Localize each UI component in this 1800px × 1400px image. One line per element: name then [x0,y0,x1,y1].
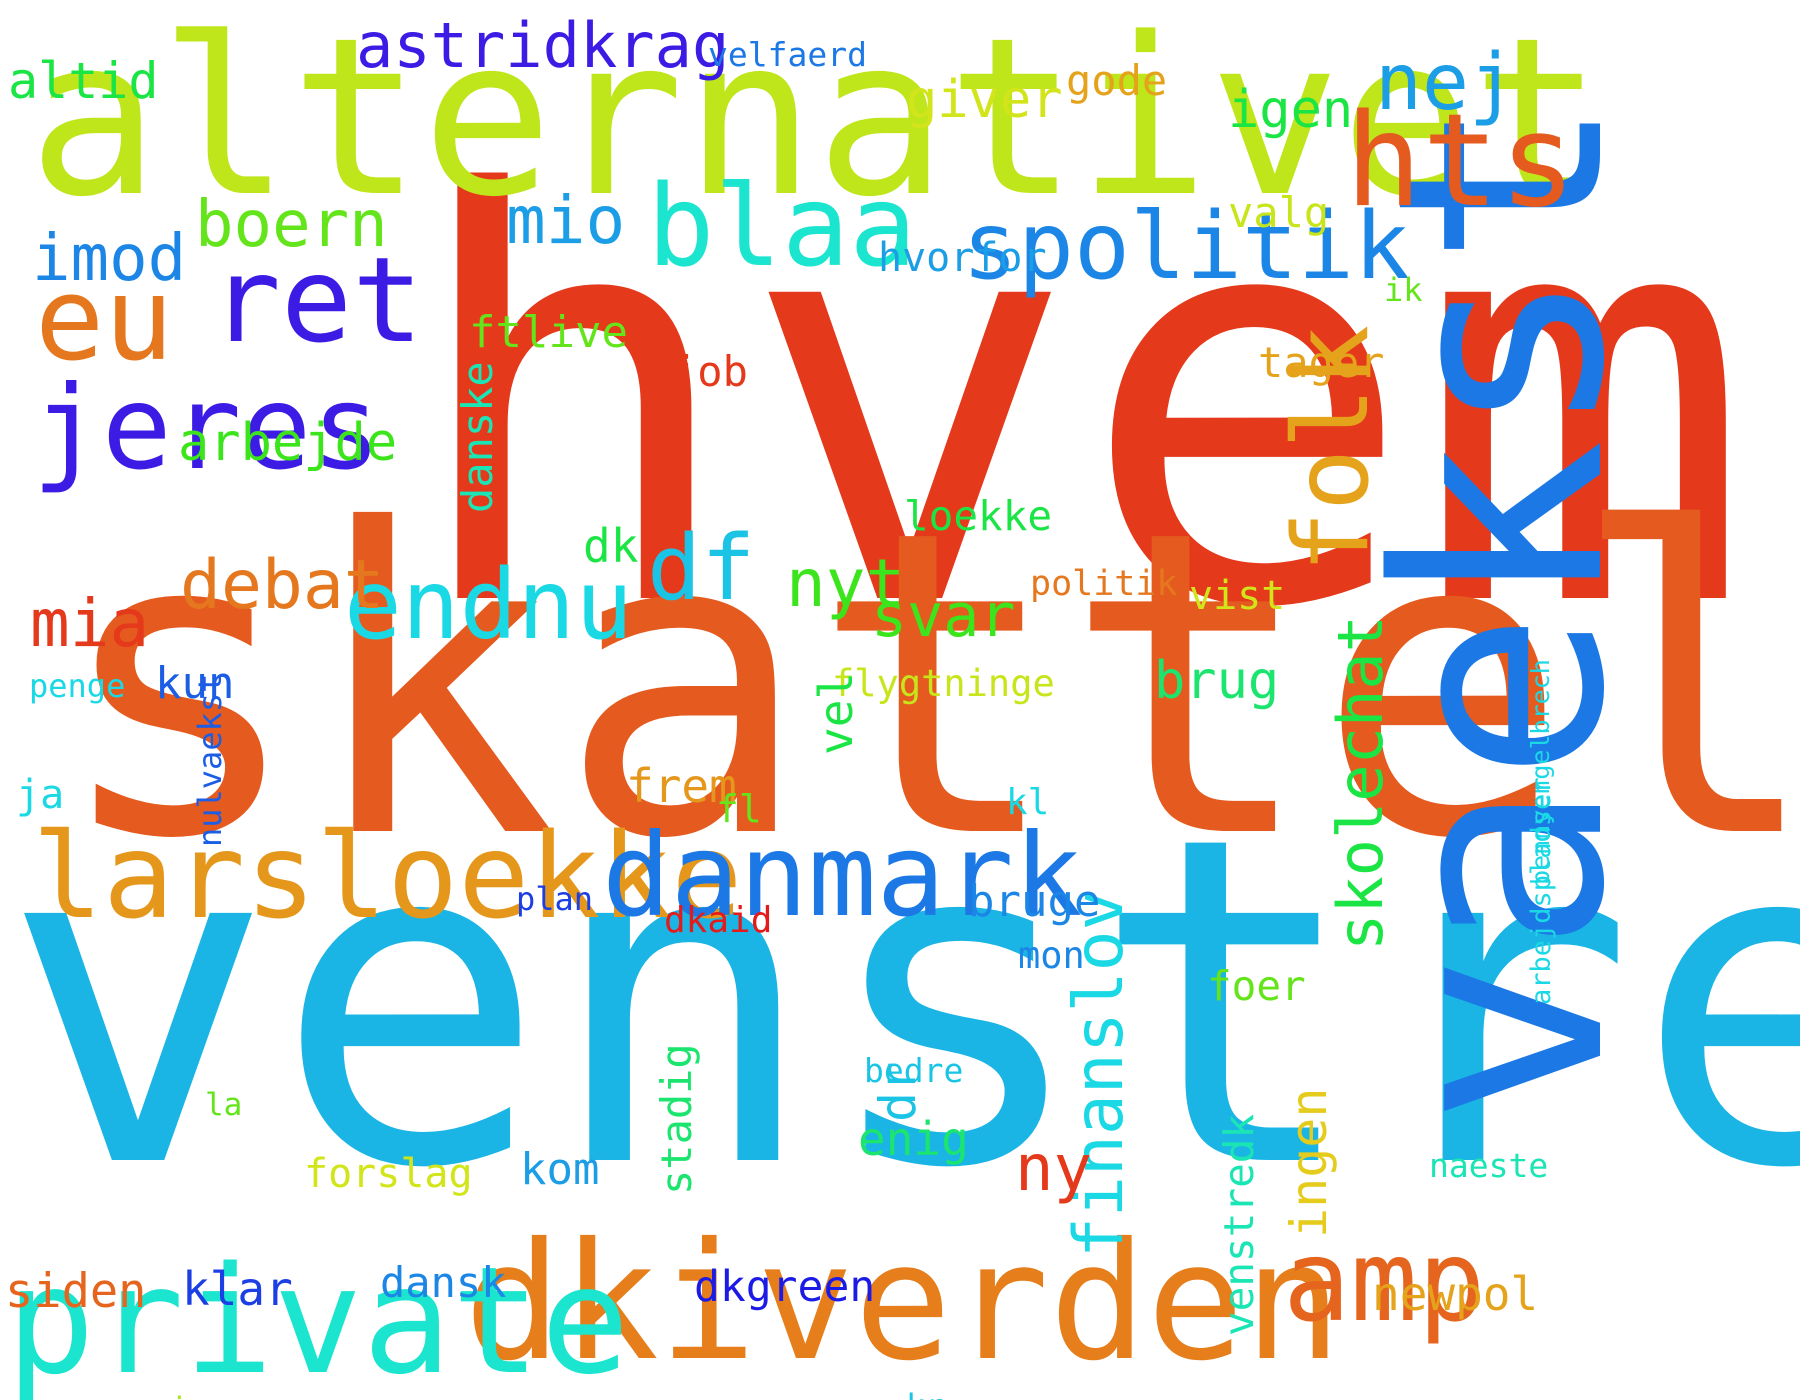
word-enig: enig [858,1112,969,1166]
word-boern: boern [195,188,388,262]
word-mia: mia [30,585,150,662]
word-altid: altid [8,52,159,110]
word-naeste: naeste [1429,1146,1549,1185]
word-danske: danske [452,361,502,513]
word-brug: brug [1154,651,1280,711]
word-bedre: bedre [864,1051,964,1090]
word-loekke: loekke [904,492,1053,540]
word-newpol: newpol [1372,1267,1539,1321]
word-blaa: blaa [647,162,917,292]
word-kr: kr [906,1390,945,1400]
word-mon: mon [1018,934,1085,977]
word-imod: imod [32,222,187,296]
word-hvorfor: hvorfor [878,235,1047,281]
word-ny: ny [1015,1132,1093,1206]
word-regeringen: regeringen [73,1393,266,1400]
word-fl: fl [716,787,762,831]
word-dk: dk [583,519,639,573]
word-valg: valg [1228,188,1330,237]
word-arbejde: arbejde [178,413,398,473]
word-nej: nej [1375,38,1516,128]
word-dkgreen: dkgreen [694,1262,876,1312]
word-flygtninge: flygtninge [832,662,1055,705]
word-vist: vist [1189,573,1286,619]
word-igen: igen [1228,80,1354,140]
word-cloud: hvem skattely venstre alternativet vaeks… [0,0,1800,1400]
word-klar: klar [182,1262,293,1316]
word-kl: kl [1006,782,1050,823]
word-gode: gode [1066,56,1168,105]
word-bruge: bruge [968,876,1101,927]
word-skolechat: skolechat [1323,615,1397,951]
word-siden: siden [5,1264,147,1319]
word-svar: svar [871,581,1016,651]
word-politik: politik [1030,564,1178,604]
word-la: la [205,1087,243,1123]
word-nulvaekst: nulvaekst [190,673,229,847]
word-tager: tager [1258,338,1385,387]
word-vel: vel [808,671,863,755]
word-velfaerd: velfaerd [708,35,867,74]
word-ingen: ingen [1280,1087,1338,1238]
word-plan: plan [516,880,594,918]
word-astridkrag: astridkrag [356,9,730,82]
word-dansk: dansk [380,1258,507,1307]
word-mio: mio [506,182,626,259]
word-debat: debat [180,546,385,625]
word-ftlive: ftlive [469,307,628,358]
word-foer: foer [1207,962,1306,1010]
word-dkaid: dkaid [664,900,773,941]
word-stadig: stadig [651,1043,701,1195]
word-ik: ik [1384,271,1423,309]
word-job: job [672,347,748,396]
word-forslag: forslag [304,1151,473,1197]
word-giver: giver [906,70,1063,130]
word-arbejdspladser: arbejdspladser [1525,777,1557,1005]
word-df: df [647,516,756,621]
word-venstredk: venstredk [1214,1113,1263,1336]
word-kom: kom [520,1144,600,1195]
word-ja: ja [16,772,65,818]
word-penge: penge [29,667,126,705]
